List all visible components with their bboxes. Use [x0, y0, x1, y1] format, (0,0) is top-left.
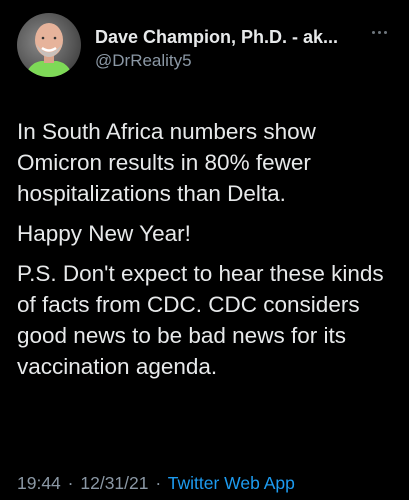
- author-info: Dave Champion, Ph.D. - ak... @DrReality5: [95, 26, 365, 71]
- tweet-date[interactable]: 12/31/21: [80, 473, 148, 493]
- tweet-source-link[interactable]: Twitter Web App: [168, 473, 295, 493]
- display-name[interactable]: Dave Champion, Ph.D. - ak...: [95, 26, 365, 48]
- tweet-paragraph: Happy New Year!: [17, 221, 191, 246]
- tweet-body: In South Africa numbers show Omicron res…: [17, 116, 397, 391]
- tweet-paragraph: P.S. Don't expect to hear these kinds of…: [17, 261, 384, 379]
- avatar[interactable]: [17, 13, 81, 77]
- profile-photo-icon: [25, 23, 73, 77]
- user-handle[interactable]: @DrReality5: [95, 50, 365, 71]
- tweet: Dave Champion, Ph.D. - ak... @DrReality5…: [0, 0, 409, 500]
- tweet-paragraph: In South Africa numbers show Omicron res…: [17, 119, 316, 206]
- separator: ·: [155, 473, 162, 493]
- more-options-icon[interactable]: [367, 24, 391, 40]
- tweet-time[interactable]: 19:44: [17, 473, 61, 493]
- tweet-meta: 19:44 · 12/31/21 · Twitter Web App: [17, 473, 295, 494]
- separator: ·: [67, 473, 74, 493]
